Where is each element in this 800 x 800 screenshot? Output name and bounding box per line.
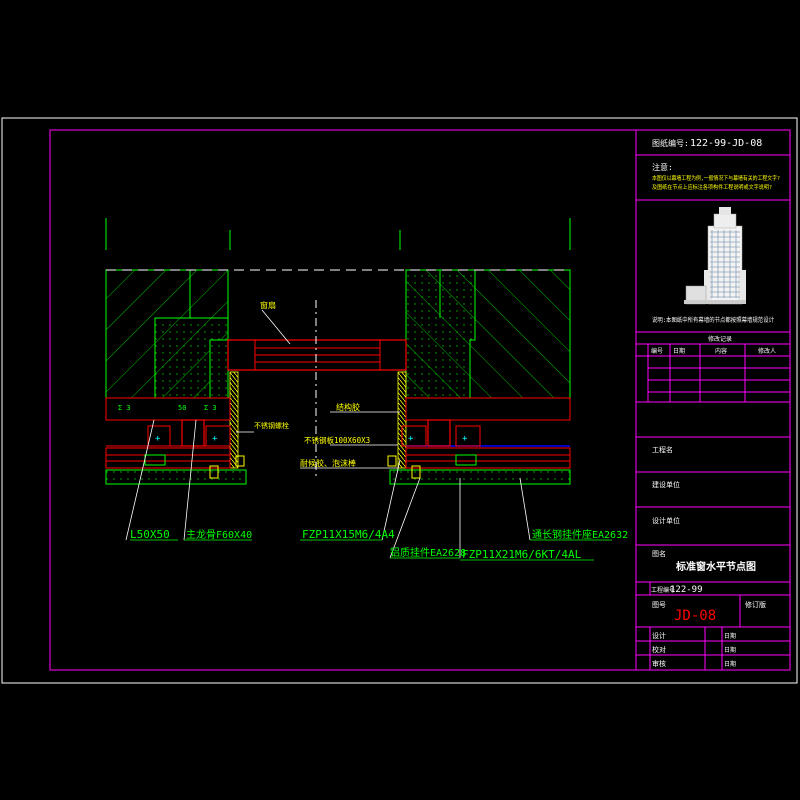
design-unit-label: 设计单位 xyxy=(652,516,680,525)
checker-date: 日期 xyxy=(724,646,736,654)
svg-text:Σ 3: Σ 3 xyxy=(118,404,131,412)
label-window: 窗扇 xyxy=(260,300,276,310)
project-no-value: 122-99 xyxy=(670,585,703,595)
wall-section-detail: + + + + Σ 3 50 Σ 3 xyxy=(105,218,612,561)
svg-text:50: 50 xyxy=(178,404,186,412)
label-l-angle: L50X50 xyxy=(130,528,170,541)
svg-text:+: + xyxy=(462,434,468,444)
reviewer-label: 审核 xyxy=(652,659,666,668)
checker-label: 校对 xyxy=(652,645,666,654)
revision-header-date: 日期 xyxy=(673,347,685,355)
revision-version-label: 修订版 xyxy=(745,600,766,609)
designer-label: 设计 xyxy=(652,631,666,640)
drawing-number-label: 图号 xyxy=(652,601,666,609)
label-ss-bolt: 不锈钢螺栓 xyxy=(254,421,289,430)
reviewer-date: 日期 xyxy=(724,660,736,668)
label-main-beam: 主龙骨F60X40 xyxy=(186,528,252,541)
building-caption: 说明:本图纸中所有幕墙的节点都按照幕墙规范设计 xyxy=(652,316,774,324)
svg-text:+: + xyxy=(155,434,161,444)
drawing-number-value: JD-08 xyxy=(674,608,716,624)
drawing-name-label: 图名 xyxy=(652,549,666,558)
drawing-no-label: 图纸编号: xyxy=(652,138,689,148)
notes-line-1: 本图仅以幕墙工程为例,一般情况下与幕墙有关的工程文字? xyxy=(652,174,780,182)
notes-line-2: 及图纸在节点上应标注各项构件工程说明或文字说明? xyxy=(652,183,772,191)
revision-header-content: 内容 xyxy=(715,347,727,355)
revision-header-editor: 修改人 xyxy=(758,347,776,355)
drawing-no-value: 122-99-JD-08 xyxy=(690,138,762,149)
building-illustration xyxy=(684,207,746,305)
svg-text:+: + xyxy=(408,434,414,444)
project-name-label: 工程名 xyxy=(652,445,673,454)
label-connector-seat: 通长钢挂件座EA2632 xyxy=(532,528,628,541)
svg-text:Σ 3: Σ 3 xyxy=(204,404,217,412)
designer-date: 日期 xyxy=(724,632,736,640)
client-label: 建设单位 xyxy=(652,480,680,489)
label-ss-plate: 不锈钢板100X60X3 xyxy=(304,435,370,445)
label-sealant: 耐候胶、泡沫棒 xyxy=(300,458,356,468)
drawing-name-value: 标准窗水平节点图 xyxy=(675,560,756,573)
label-aluminum-part: 铝质挂件EA2628 xyxy=(390,546,466,559)
svg-text:+: + xyxy=(212,434,218,444)
label-structural-glue: 结构胶 xyxy=(336,402,360,412)
notes-title: 注意: xyxy=(652,162,673,172)
cad-drawing-sheet: 图纸编号: 122-99-JD-08 注意: 本图仅以幕墙工程为例,一般情况下与… xyxy=(1,117,798,684)
revision-title: 修改记录 xyxy=(708,335,732,343)
revision-header-no: 编号 xyxy=(651,347,663,355)
label-fzp-2: FZP11X21M6/6KT/4AL xyxy=(462,548,582,561)
label-fzp-1: FZP11X15M6/4A4 xyxy=(302,528,395,541)
